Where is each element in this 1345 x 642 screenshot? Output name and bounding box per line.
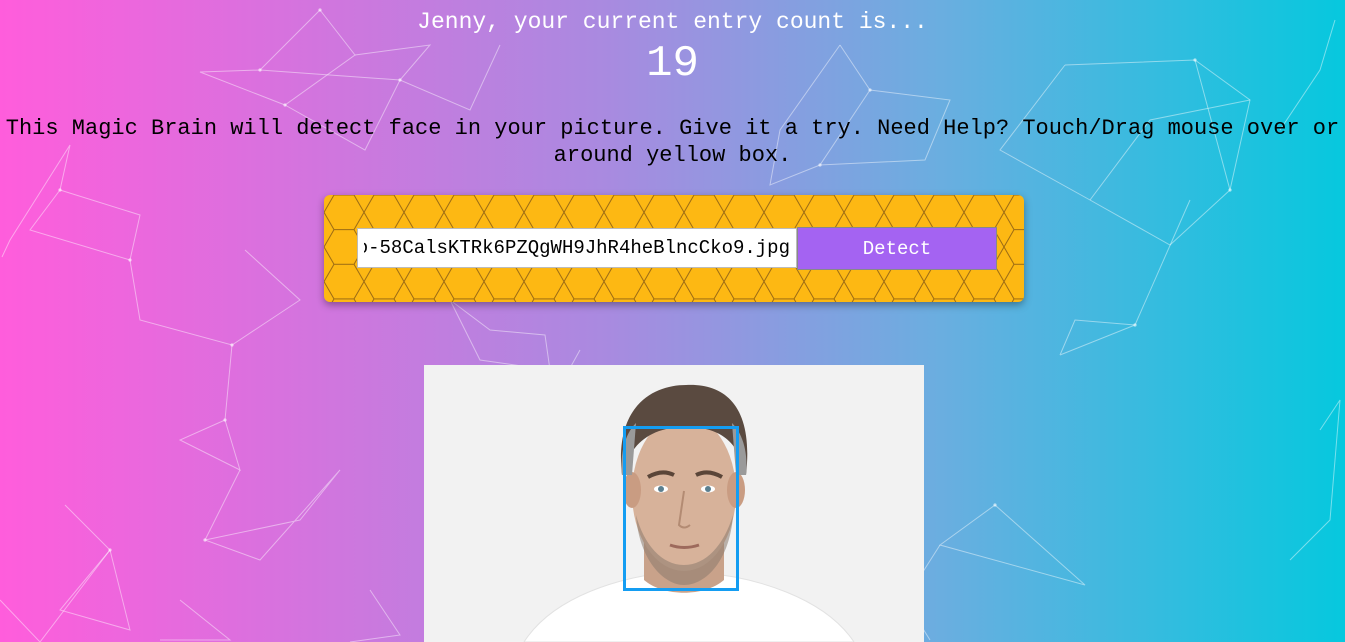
result-image-container [424, 365, 924, 642]
image-url-input[interactable] [357, 228, 797, 268]
entry-count-greeting: Jenny, your current entry count is... [417, 9, 928, 35]
face-detection-box [623, 426, 739, 591]
detect-button[interactable]: Detect [797, 227, 997, 270]
image-url-form: Detect [324, 195, 1024, 302]
entry-count-value: 19 [646, 39, 699, 89]
instructions-text: This Magic Brain will detect face in you… [5, 116, 1340, 168]
